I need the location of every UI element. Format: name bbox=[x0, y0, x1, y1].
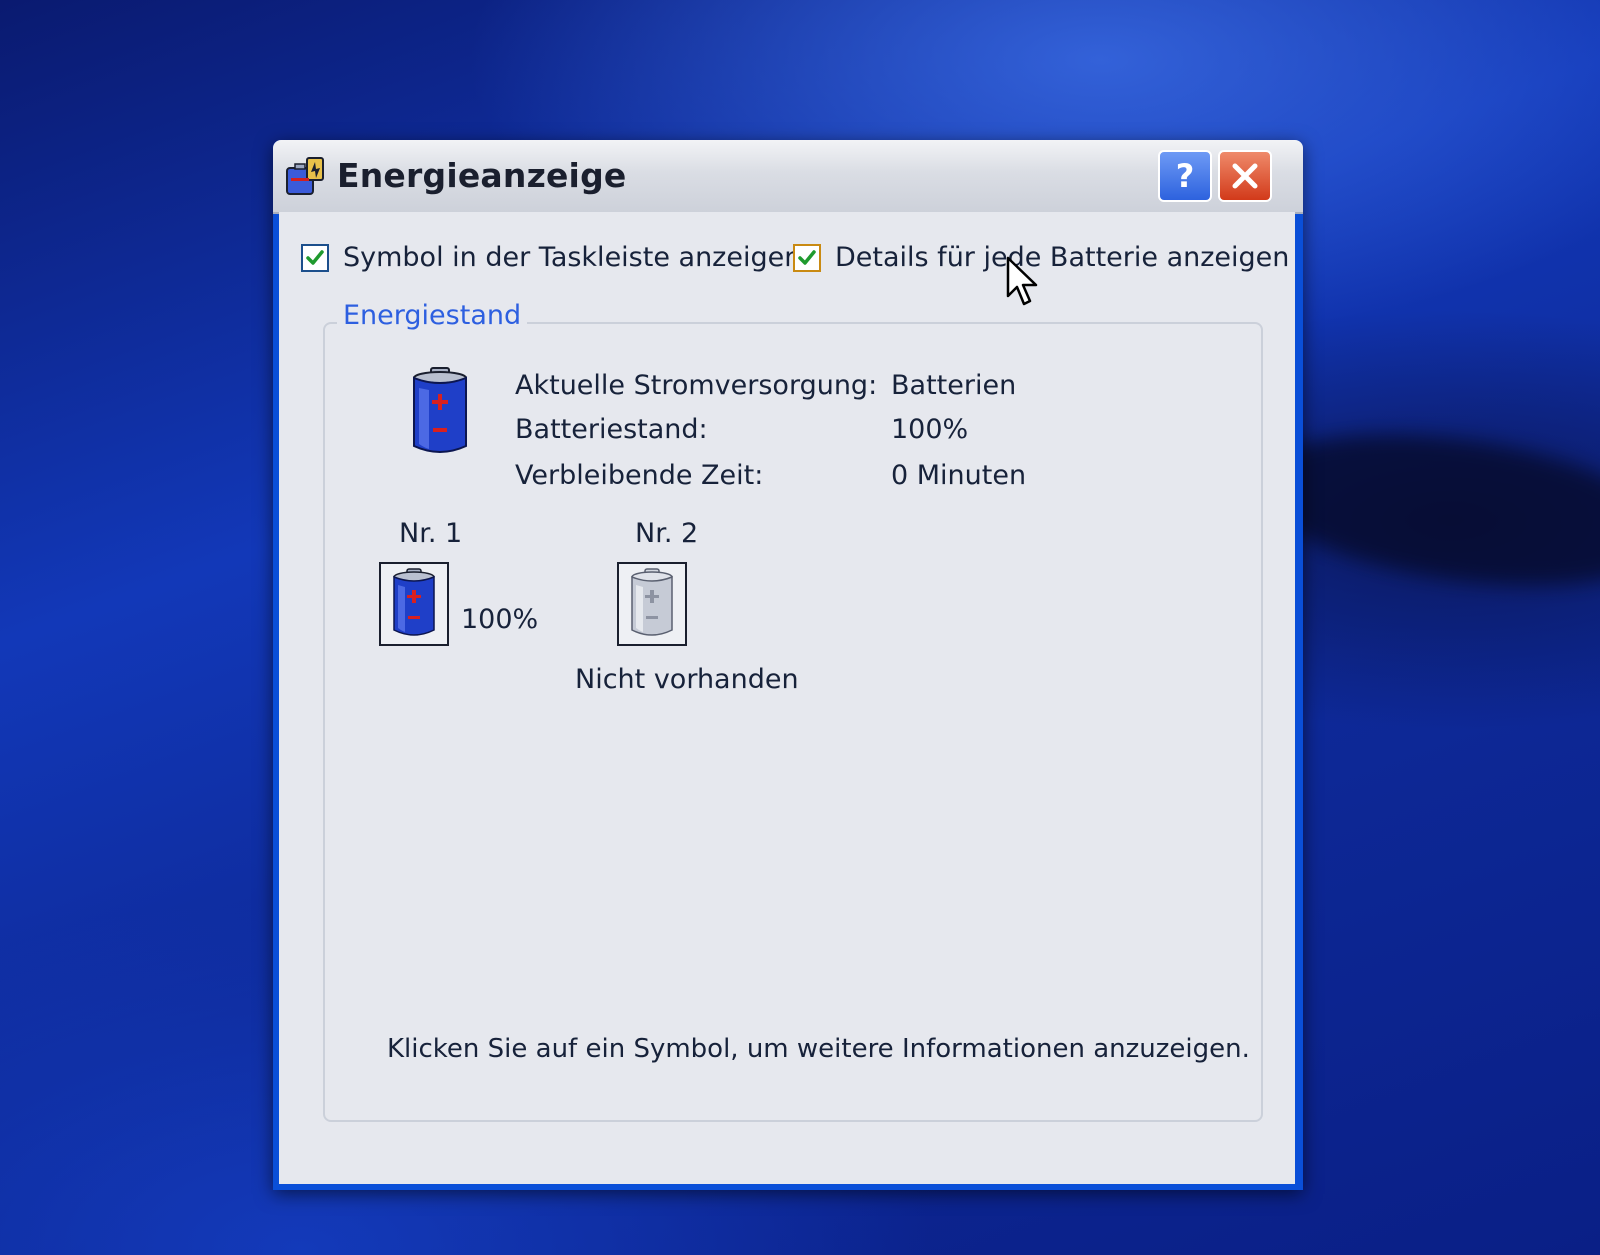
battery-level-value: 100% bbox=[891, 414, 969, 445]
close-button[interactable] bbox=[1218, 150, 1272, 202]
window-client-area: Symbol in der Taskleiste anzeigen Detail… bbox=[279, 212, 1295, 1184]
title-bar[interactable]: Energieanzeige ? bbox=[273, 140, 1303, 214]
power-meter-icon bbox=[286, 157, 324, 195]
battery-details-checkbox[interactable] bbox=[793, 243, 821, 272]
battery-full-icon bbox=[393, 568, 435, 636]
battery-1-heading: Nr. 1 bbox=[399, 518, 463, 549]
help-button[interactable]: ? bbox=[1158, 150, 1212, 202]
battery-2-heading: Nr. 2 bbox=[635, 518, 699, 549]
battery-2-status: Nicht vorhanden bbox=[575, 664, 799, 695]
taskbar-icon-label[interactable]: Symbol in der Taskleiste anzeigen bbox=[343, 242, 801, 273]
battery-1-button[interactable] bbox=[379, 562, 449, 646]
window-title: Energieanzeige bbox=[337, 156, 627, 195]
close-icon bbox=[1232, 163, 1258, 189]
power-meter-window: Energieanzeige ? Symbol in der Taskleist… bbox=[273, 140, 1303, 1190]
taskbar-icon-option[interactable]: Symbol in der Taskleiste anzeigen bbox=[301, 242, 801, 273]
power-status-group-title: Energiestand bbox=[337, 300, 528, 331]
battery-missing-icon bbox=[631, 568, 673, 636]
power-source-value: Batterien bbox=[891, 370, 1017, 401]
hint-text: Klicken Sie auf ein Symbol, um weitere I… bbox=[387, 1034, 1250, 1064]
remaining-time-value: 0 Minuten bbox=[891, 460, 1027, 491]
desktop-background: Energieanzeige ? Symbol in der Taskleist… bbox=[0, 0, 1600, 1255]
remaining-time-label: Verbleibende Zeit: bbox=[515, 460, 764, 491]
battery-full-icon bbox=[413, 367, 467, 453]
battery-level-label: Batteriestand: bbox=[515, 414, 708, 445]
checkmark-icon bbox=[306, 249, 324, 265]
battery-details-option[interactable]: Details für jede Batterie anzeigen bbox=[793, 242, 1289, 273]
battery-details-label[interactable]: Details für jede Batterie anzeigen bbox=[835, 242, 1289, 273]
taskbar-icon-checkbox[interactable] bbox=[301, 243, 329, 272]
battery-2-button[interactable] bbox=[617, 562, 687, 646]
mouse-pointer-icon bbox=[1006, 256, 1038, 306]
battery-1-status: 100% bbox=[461, 604, 539, 635]
checkmark-icon bbox=[798, 249, 816, 265]
power-source-label: Aktuelle Stromversorgung: bbox=[515, 370, 878, 401]
